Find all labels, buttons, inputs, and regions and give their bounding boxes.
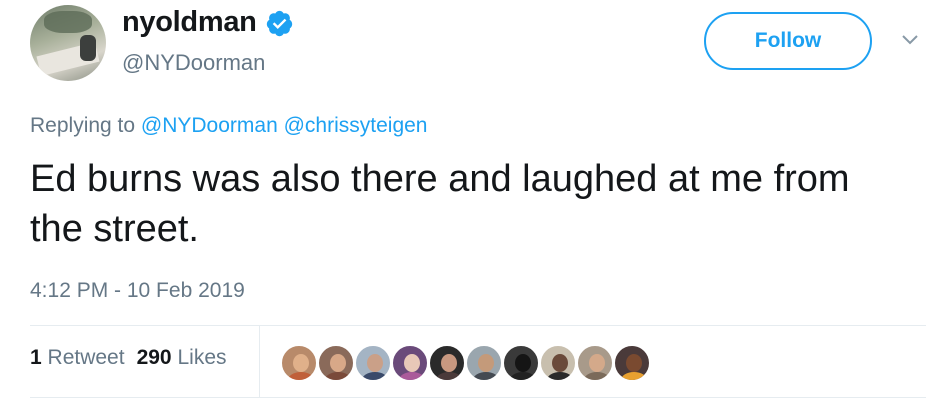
likes-count: 290 [136,346,172,369]
liker-avatar[interactable] [576,344,614,382]
retweet-count: 1 [30,346,42,369]
verified-badge-icon [266,10,293,37]
liker-avatar[interactable] [539,344,577,382]
mention-link[interactable]: @NYDoorman [141,114,278,137]
liker-avatar[interactable] [428,344,466,382]
retweet-label: Retweet [47,346,125,369]
stats-separator [259,325,260,397]
liker-avatar[interactable] [317,344,355,382]
replying-to-line: Replying to @NYDoorman @chrissyteigen [30,114,427,138]
display-name[interactable]: nyoldman [122,6,257,39]
tweet-timestamp[interactable]: 4:12 PM - 10 Feb 2019 [30,279,245,303]
liker-avatar[interactable] [280,344,318,382]
user-avatar[interactable] [30,5,106,81]
divider [30,397,926,398]
chevron-down-icon[interactable] [900,33,920,47]
liker-avatar[interactable] [613,344,651,382]
likes-stat[interactable]: 290 Likes [137,346,227,369]
liker-avatar[interactable] [502,344,540,382]
tweet-stats: 1 Retweet 290 Likes [30,346,227,370]
mention-link[interactable]: @chrissyteigen [284,114,428,137]
retweet-stat[interactable]: 1 Retweet [30,346,125,369]
tweet-text: Ed burns was also there and laughed at m… [30,158,850,250]
liker-avatar[interactable] [465,344,503,382]
liker-avatar[interactable] [354,344,392,382]
divider [30,325,926,326]
likes-label: Likes [177,346,227,369]
liker-avatar[interactable] [391,344,429,382]
follow-button[interactable]: Follow [704,12,872,70]
user-handle[interactable]: @NYDoorman [122,50,265,76]
replying-to-label: Replying to [30,114,136,137]
